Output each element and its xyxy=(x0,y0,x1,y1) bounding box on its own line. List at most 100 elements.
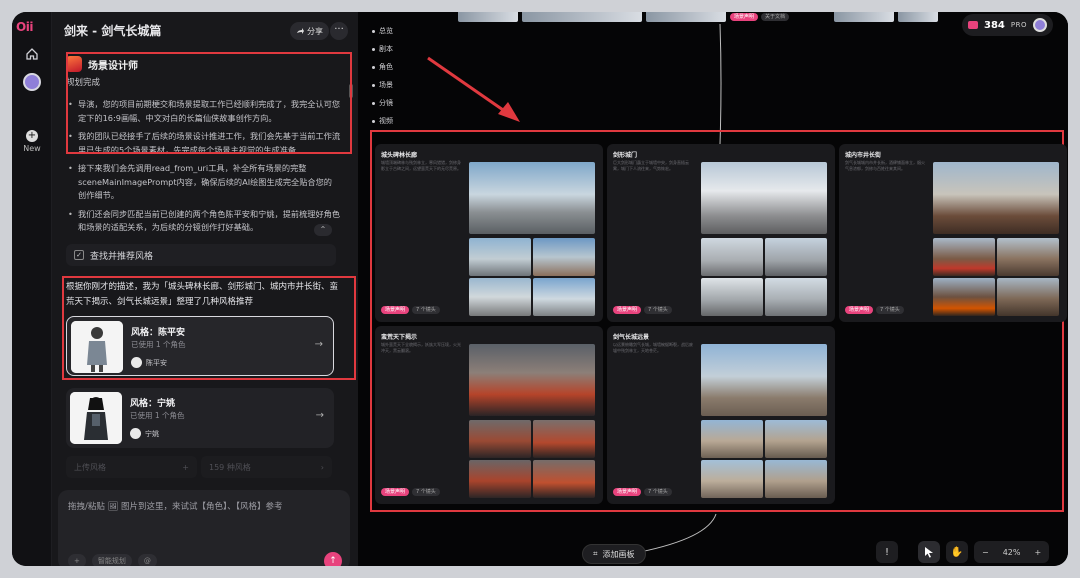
message-bullet: 接下来我们会先调用read_from_uri工具，补全所有场景的完整sceneM… xyxy=(66,162,340,203)
style-name: 风格：宁姚 xyxy=(130,399,176,409)
new-project-button[interactable]: + New xyxy=(16,130,48,153)
scene-title: 蛮荒天下揭示 xyxy=(381,334,418,341)
scene-card[interactable]: 剑形城门 巨大剑形城门矗立于城墙中央，剑身直插云霄，城门下人流往来，气势恢宏。 … xyxy=(607,144,835,322)
app-window: Oii + New 剑来 - 剑气长城篇 分享 ··· 场景设计师 规划完成 •… xyxy=(12,12,1068,566)
tool-call-find-styles[interactable]: ✓ 查找并推荐风格 xyxy=(66,244,336,266)
mention-icon[interactable]: @ xyxy=(137,554,157,566)
scene-sub-image[interactable] xyxy=(701,238,763,276)
scene-title: 城内市井长街 xyxy=(845,152,882,159)
scene-tag: 7 个镜头 xyxy=(412,488,440,496)
scene-main-image[interactable] xyxy=(701,162,827,234)
chat-header: 剑来 - 剑气长城篇 分享 ··· xyxy=(52,12,358,48)
add-icon[interactable]: + xyxy=(68,554,86,566)
zoom-out-button[interactable]: − xyxy=(982,548,989,557)
scene-main-image[interactable] xyxy=(701,344,827,416)
home-icon[interactable] xyxy=(20,42,44,66)
scene-sub-image[interactable] xyxy=(701,420,763,458)
scene-card[interactable]: 城内市井长街 剑气长城城内市井长街，酒肆铺面林立，烟火气息浓郁，剑修与百姓往来其… xyxy=(839,144,1067,322)
smart-plan-toggle[interactable]: 智能规划 xyxy=(91,554,132,566)
message-bullet: 我们还会同步匹配当前已创建的两个角色陈平安和宁姚，提前梳理好角色和场景的适配关系… xyxy=(66,208,340,235)
scene-sub-image[interactable] xyxy=(469,238,531,276)
scene-card[interactable]: 城头碑林长廊 城墙顶端碑林与残剑林立，寒风猎猎，剑修身影立于古碑之间，远望蛮荒天… xyxy=(375,144,603,322)
scene-tag: 场景声明 xyxy=(613,306,642,314)
scene-sub-image[interactable] xyxy=(997,238,1059,276)
hand-tool-icon[interactable]: ✋ xyxy=(946,541,968,563)
upload-style-button[interactable]: 上传风格 + xyxy=(66,456,197,478)
scene-sub-image[interactable] xyxy=(765,278,827,316)
character-name: 宁姚 xyxy=(145,429,159,438)
send-button[interactable]: ↑ xyxy=(324,552,342,566)
zoom-control: − 42% + xyxy=(974,541,1050,563)
scene-sub-image[interactable] xyxy=(533,420,595,458)
scenes-board[interactable]: 城头碑林长廊 城墙顶端碑林与残剑林立，寒风猎猎，剑修身影立于古碑之间，远望蛮荒天… xyxy=(370,130,1067,512)
zoom-in-button[interactable]: + xyxy=(1034,548,1041,557)
scene-tag: 7 个镜头 xyxy=(876,306,904,314)
left-rail: Oii + New xyxy=(12,12,52,566)
scene-title: 城头碑林长廊 xyxy=(381,152,418,159)
scene-card[interactable]: 蛮荒天下揭示 城外蛮荒天下全貌揭示，妖族大军压境，火光冲天，黑云翻滚。 场景声明… xyxy=(375,326,603,504)
scene-sub-image[interactable] xyxy=(933,278,995,316)
style-actions-row: 上传风格 + 159 种风格 › xyxy=(66,456,336,478)
scene-sub-image[interactable] xyxy=(765,420,827,458)
frame-icon: ⌗ xyxy=(593,549,598,558)
style-character: 宁姚 xyxy=(130,428,159,439)
scene-sub-image[interactable] xyxy=(469,460,531,498)
share-button[interactable]: 分享 xyxy=(290,22,329,40)
scene-main-image[interactable] xyxy=(933,162,1059,234)
scene-main-image[interactable] xyxy=(469,162,595,234)
browse-styles-button[interactable]: 159 种风格 › xyxy=(201,456,332,478)
scene-description: 巨大剑形城门矗立于城墙中央，剑身直插云霄，城门下人流往来，气势恢宏。 xyxy=(613,160,689,171)
upload-style-label: 上传风格 xyxy=(74,462,106,472)
more-button[interactable]: ··· xyxy=(330,22,348,40)
scene-sub-image[interactable] xyxy=(469,278,531,316)
scene-card[interactable]: 剑气长城远景 以远景俯瞰剑气长城，城墙蜿蜒断裂，战后废墟中残剑林立，天地苍茫。 … xyxy=(607,326,835,504)
scene-tag: 场景声明 xyxy=(845,306,874,314)
input-toolbar: + 智能规划 @ xyxy=(68,554,157,566)
scene-sub-image[interactable] xyxy=(701,278,763,316)
project-avatar-icon[interactable] xyxy=(20,70,44,94)
scene-tag: 7 个镜头 xyxy=(644,488,672,496)
scene-sub-image[interactable] xyxy=(533,278,595,316)
annotation-box-agent xyxy=(66,52,352,154)
scene-title: 剑形城门 xyxy=(613,152,638,159)
tool-call-label: 查找并推荐风格 xyxy=(90,251,154,262)
check-icon: ✓ xyxy=(74,250,84,260)
app-logo[interactable]: Oii xyxy=(16,20,33,34)
scene-sub-image[interactable] xyxy=(533,460,595,498)
scene-description: 城外蛮荒天下全貌揭示，妖族大军压境，火光冲天，黑云翻滚。 xyxy=(381,342,461,353)
canvas-area[interactable]: 场景声明 关于文档 384 PRO 总览 剧本 角色 场景 分镜 视频 城头碑林… xyxy=(358,12,1068,566)
scene-tag: 场景声明 xyxy=(613,488,642,496)
style-card-ning-yao[interactable]: 风格：宁姚 已使用 1 个角色 宁姚 → xyxy=(66,388,334,448)
scene-main-image[interactable] xyxy=(469,344,595,416)
chat-input[interactable]: 拖拽/粘贴 🖼 图片到这里，来试试【角色】、【风格】参考 + 智能规划 @ ↑ xyxy=(58,490,350,566)
plus-icon: + xyxy=(26,130,38,142)
scene-description: 以远景俯瞰剑气长城，城墙蜿蜒断裂，战后废墟中残剑林立，天地苍茫。 xyxy=(613,342,693,353)
scene-tags: 场景声明 7 个镜头 xyxy=(613,488,672,496)
chat-input-placeholder: 拖拽/粘贴 🖼 图片到这里，来试试【角色】、【风格】参考 xyxy=(68,502,283,512)
scene-sub-image[interactable] xyxy=(701,460,763,498)
share-icon xyxy=(297,28,304,34)
scene-tags: 场景声明 7 个镜头 xyxy=(845,306,904,314)
scene-tag: 场景声明 xyxy=(381,488,410,496)
character-avatar xyxy=(130,428,141,439)
arrow-right-icon: → xyxy=(315,410,324,421)
scene-sub-image[interactable] xyxy=(765,238,827,276)
new-label: New xyxy=(23,144,41,153)
feedback-icon[interactable]: ! xyxy=(876,541,898,563)
scene-tags: 场景声明 7 个镜头 xyxy=(613,306,672,314)
chevron-right-icon: › xyxy=(320,462,324,472)
scene-tags: 场景声明 7 个镜头 xyxy=(381,488,440,496)
scene-description: 城墙顶端碑林与残剑林立，寒风猎猎，剑修身影立于古碑之间，远望蛮荒天下的无尽荒原。 xyxy=(381,160,461,171)
collapse-chevron-icon[interactable]: ⌃ xyxy=(314,224,332,236)
select-tool-icon[interactable] xyxy=(918,541,940,563)
add-board-label: 添加画板 xyxy=(602,549,635,559)
scene-sub-image[interactable] xyxy=(997,278,1059,316)
add-board-button[interactable]: ⌗ 添加画板 xyxy=(582,544,646,564)
scene-sub-image[interactable] xyxy=(469,420,531,458)
zoom-level: 42% xyxy=(1002,547,1021,557)
scene-sub-image[interactable] xyxy=(933,238,995,276)
scene-sub-image[interactable] xyxy=(533,238,595,276)
scene-title: 剑气长城远景 xyxy=(613,334,650,341)
scene-sub-image[interactable] xyxy=(765,460,827,498)
scene-tag: 场景声明 xyxy=(381,306,410,314)
